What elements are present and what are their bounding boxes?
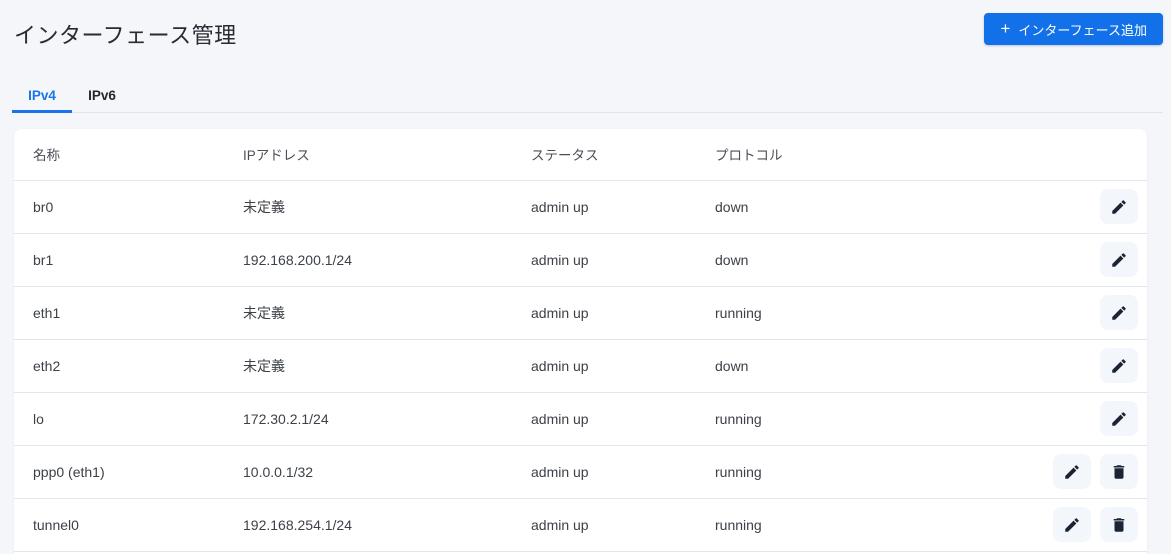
cell-protocol: down [715,339,967,393]
cell-status: admin up [531,339,715,393]
cell-name: ppp0 (eth1) [14,445,243,499]
cell-name: tunnel0 [14,498,243,552]
tab-bar: IPv4 IPv6 [12,80,1163,113]
edit-button[interactable] [1100,295,1138,330]
cell-ip: 未定義 [243,180,531,234]
plus-icon: + [1000,19,1011,38]
tab-ipv6[interactable]: IPv6 [72,80,132,113]
edit-pencil-icon [1065,464,1079,479]
row-actions [967,233,1147,287]
cell-status: admin up [531,445,715,499]
cell-ip: 192.168.200.1/24 [243,233,531,287]
edit-button[interactable] [1100,348,1138,383]
edit-button[interactable] [1100,242,1138,277]
table-row: lo 172.30.2.1/24 admin up running [14,392,1147,446]
row-actions [967,445,1147,499]
edit-pencil-icon [1065,517,1079,532]
row-actions [967,339,1147,393]
cell-status: admin up [531,498,715,552]
table-row: tunnel0 192.168.254.1/24 admin up runnin… [14,498,1147,552]
table-header-row: 名称 IPアドレス ステータス プロトコル [14,129,1147,181]
column-header-status: ステータス [531,129,715,181]
cell-status: admin up [531,180,715,234]
cell-name: br0 [14,180,243,234]
interface-table-body: br0 未定義 admin up down br1 192.168.200.1/… [14,180,1147,552]
cell-protocol: running [715,286,967,340]
trash-icon [1113,517,1125,532]
edit-pencil-icon [1112,199,1126,214]
row-actions [967,286,1147,340]
cell-protocol: down [715,233,967,287]
cell-ip: 10.0.0.1/32 [243,445,531,499]
row-actions [967,392,1147,446]
delete-button[interactable] [1100,454,1138,489]
cell-status: admin up [531,233,715,287]
edit-button[interactable] [1100,401,1138,436]
column-header-actions [967,129,1147,181]
add-interface-button[interactable]: + インターフェース追加 [984,13,1163,45]
page-header: インターフェース管理 + インターフェース追加 [0,0,1171,48]
add-interface-button-label: インターフェース追加 [1018,22,1147,38]
cell-protocol: running [715,392,967,446]
cell-name: eth1 [14,286,243,340]
edit-pencil-icon [1112,411,1126,426]
column-header-name: 名称 [14,129,243,181]
cell-status: admin up [531,286,715,340]
table-row: eth1 未定義 admin up running [14,286,1147,340]
cell-ip: 172.30.2.1/24 [243,392,531,446]
cell-protocol: running [715,445,967,499]
column-header-ip: IPアドレス [243,129,531,181]
table-row: br0 未定義 admin up down [14,180,1147,234]
row-actions [967,498,1147,552]
cell-protocol: running [715,498,967,552]
edit-button[interactable] [1100,189,1138,224]
table-row: eth2 未定義 admin up down [14,339,1147,393]
row-actions [967,180,1147,234]
cell-ip: 未定義 [243,339,531,393]
cell-ip: 未定義 [243,286,531,340]
edit-button[interactable] [1053,454,1091,489]
cell-name: lo [14,392,243,446]
cell-name: eth2 [14,339,243,393]
cell-status: admin up [531,392,715,446]
cell-protocol: down [715,180,967,234]
table-row: ppp0 (eth1) 10.0.0.1/32 admin up running [14,445,1147,499]
table-row: br1 192.168.200.1/24 admin up down [14,233,1147,287]
delete-button[interactable] [1100,507,1138,542]
interface-table: 名称 IPアドレス ステータス プロトコル br0 未定義 admin up d… [14,129,1147,552]
interface-table-card: 名称 IPアドレス ステータス プロトコル br0 未定義 admin up d… [14,129,1147,554]
column-header-protocol: プロトコル [715,129,967,181]
page-title: インターフェース管理 [14,23,237,48]
edit-button[interactable] [1053,507,1091,542]
edit-pencil-icon [1112,358,1126,373]
edit-pencil-icon [1112,252,1126,267]
trash-icon [1113,464,1125,479]
cell-ip: 192.168.254.1/24 [243,498,531,552]
edit-pencil-icon [1112,305,1126,320]
cell-name: br1 [14,233,243,287]
tab-ipv4[interactable]: IPv4 [12,80,72,113]
